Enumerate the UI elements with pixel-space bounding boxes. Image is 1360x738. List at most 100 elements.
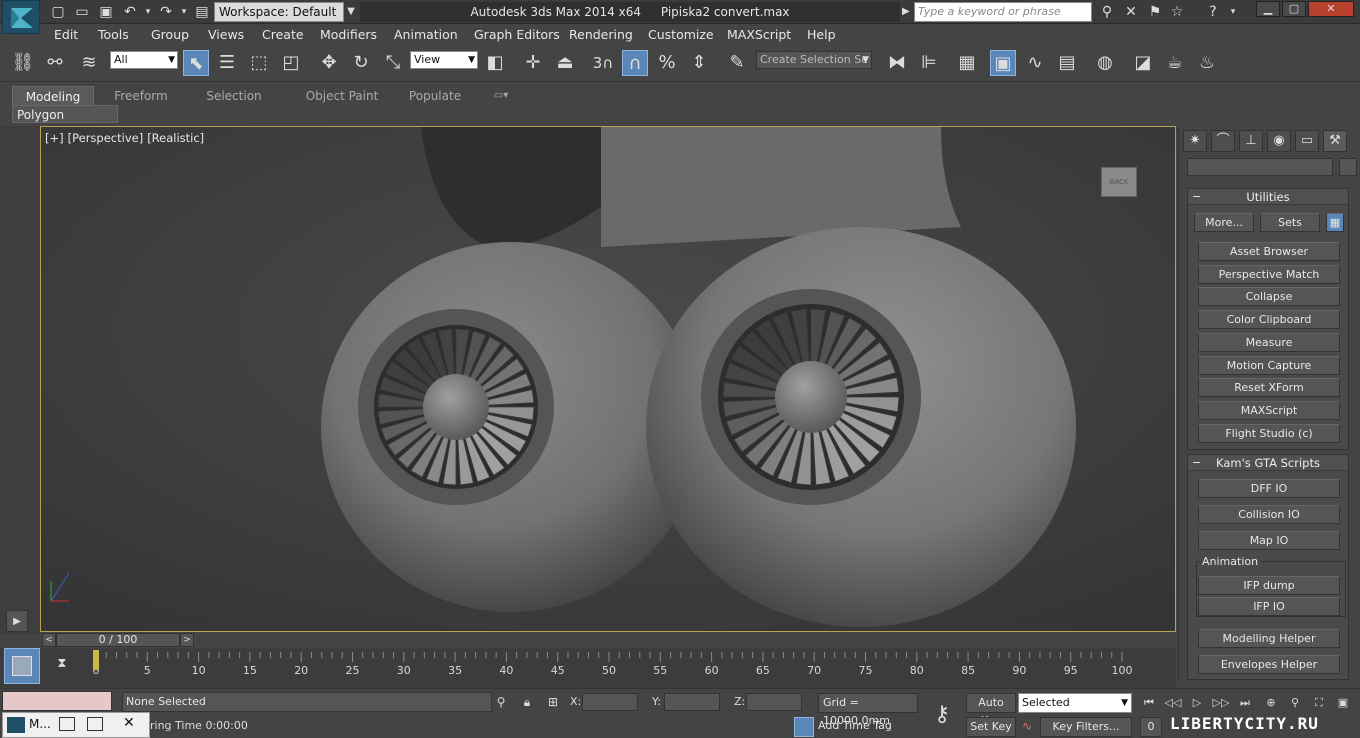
maxscript-mini-listener[interactable] bbox=[2, 691, 112, 711]
set-key-button[interactable]: Set Key bbox=[966, 717, 1016, 737]
select-rotate-icon[interactable]: ↻ bbox=[348, 50, 374, 76]
pivot-center-icon[interactable]: ◧ bbox=[482, 50, 508, 76]
subscription-icon[interactable]: ⚑ bbox=[1144, 2, 1166, 22]
curve-editor-icon[interactable]: ∿ bbox=[1022, 50, 1048, 76]
selection-lock-icon[interactable]: 🔒︎ bbox=[518, 693, 536, 711]
go-to-end-icon[interactable]: ⏭ bbox=[1236, 695, 1254, 711]
render-production-icon[interactable]: ♨ bbox=[1194, 50, 1220, 76]
new-file-icon[interactable]: ▢ bbox=[48, 3, 68, 21]
maximize-button[interactable]: ▢ bbox=[1282, 1, 1306, 17]
create-tab-icon[interactable]: ✷ bbox=[1183, 130, 1207, 152]
add-time-tag-button[interactable]: Add Time Tag bbox=[818, 719, 892, 732]
menu-maxscript[interactable]: MAXScript bbox=[727, 27, 791, 42]
envelopes-helper-button[interactable]: Envelopes Helper bbox=[1198, 655, 1340, 674]
select-manipulate-icon[interactable]: ✛ bbox=[520, 50, 546, 76]
keyboard-shortcut-override-icon[interactable]: ⏏ bbox=[552, 50, 578, 76]
collision-io-button[interactable]: Collision IO bbox=[1198, 505, 1340, 524]
x-coordinate-field[interactable] bbox=[582, 693, 638, 711]
modelling-helper-button[interactable]: Modelling Helper bbox=[1198, 629, 1340, 648]
map-io-button[interactable]: Map IO bbox=[1198, 531, 1340, 550]
close-icon[interactable]: ✕ bbox=[123, 715, 135, 731]
go-to-start-icon[interactable]: ⏮ bbox=[1140, 695, 1158, 711]
object-color-swatch[interactable] bbox=[1339, 158, 1357, 176]
next-key-icon[interactable]: ▷▷ bbox=[1212, 695, 1230, 711]
key-mode-select[interactable]: Selected ▼ bbox=[1018, 693, 1132, 713]
unlink-icon[interactable]: ⚯ bbox=[42, 50, 68, 76]
previous-key-icon[interactable]: ◁◁ bbox=[1164, 695, 1182, 711]
select-move-icon[interactable]: ✥ bbox=[316, 50, 342, 76]
maxscript-button[interactable]: MAXScript bbox=[1198, 401, 1340, 420]
maximize-icon[interactable] bbox=[87, 717, 103, 731]
measure-button[interactable]: Measure bbox=[1198, 333, 1340, 352]
menu-tools[interactable]: Tools bbox=[98, 27, 129, 42]
reset-xform-button[interactable]: Reset XForm bbox=[1198, 378, 1340, 397]
redo-dropdown-icon[interactable]: ▾ bbox=[174, 3, 194, 21]
current-frame-field[interactable]: 0 bbox=[1140, 717, 1162, 737]
project-folder-icon[interactable]: ▤ bbox=[192, 3, 212, 21]
selection-filter-select[interactable]: All ▼ bbox=[110, 51, 178, 69]
viewport-point-of-view-menu[interactable]: [Perspective] bbox=[68, 131, 144, 145]
menu-create[interactable]: Create bbox=[262, 27, 304, 42]
expand-arrow-icon[interactable]: ▶ bbox=[6, 610, 28, 632]
ribbon-panel-label[interactable]: Polygon Modeling bbox=[12, 105, 118, 140]
sets-button[interactable]: Sets bbox=[1260, 213, 1320, 232]
tab-modeling[interactable]: Modeling bbox=[12, 86, 94, 106]
scene-explorer-icon[interactable]: ▦ bbox=[954, 50, 980, 76]
ifp-dump-button[interactable]: IFP dump bbox=[1198, 576, 1340, 595]
chevron-right-icon[interactable]: ▶ bbox=[902, 3, 914, 21]
rectangular-selection-icon[interactable]: ⬚ bbox=[246, 50, 272, 76]
search-input[interactable]: Type a keyword or phrase bbox=[914, 2, 1092, 22]
tab-freeform[interactable]: Freeform bbox=[104, 86, 178, 106]
percent-snap-icon[interactable]: % bbox=[654, 50, 680, 76]
menu-modifiers[interactable]: Modifiers bbox=[320, 27, 377, 42]
perspective-viewport[interactable]: [+] [Perspective] [Realistic] BACK bbox=[40, 126, 1176, 632]
minimize-button[interactable]: ▁ bbox=[1256, 1, 1280, 17]
frame-ruler[interactable]: 0 5 10 15 20 25 30 35 40 45 50 55 60 65 70 75 80 85 90 95 10… bbox=[92, 648, 1168, 682]
layer-manager-icon[interactable]: ▣ bbox=[990, 50, 1016, 76]
dff-io-button[interactable]: DFF IO bbox=[1198, 479, 1340, 498]
help-icon[interactable]: ? bbox=[1202, 2, 1224, 22]
render-frame-icon[interactable]: ☕ bbox=[1162, 50, 1188, 76]
configure-sets-icon[interactable]: ▦ bbox=[1326, 213, 1344, 232]
more-button[interactable]: More... bbox=[1194, 213, 1254, 232]
z-coordinate-field[interactable] bbox=[746, 693, 802, 711]
asset-browser-button[interactable]: Asset Browser bbox=[1198, 242, 1340, 261]
set-keys-icon[interactable]: ⚷ bbox=[920, 693, 964, 737]
previous-frame-icon[interactable]: < bbox=[42, 633, 56, 647]
collapse-button[interactable]: Collapse bbox=[1198, 287, 1340, 306]
zoom-icon[interactable]: ⚲ bbox=[1286, 695, 1304, 711]
modify-tab-icon[interactable]: ⌒ bbox=[1211, 130, 1235, 152]
next-frame-icon[interactable]: > bbox=[180, 633, 194, 647]
align-icon[interactable]: ⊫ bbox=[916, 50, 942, 76]
tab-selection[interactable]: Selection bbox=[194, 86, 274, 106]
utilities-tab-icon[interactable]: ⚒ bbox=[1323, 130, 1347, 152]
time-cursor[interactable] bbox=[93, 650, 99, 670]
link-icon[interactable]: ⛓ bbox=[10, 50, 36, 76]
reference-coordinate-select[interactable]: View ▼ bbox=[410, 51, 478, 69]
menu-animation[interactable]: Animation bbox=[394, 27, 458, 42]
help-dropdown-icon[interactable]: ▾ bbox=[1222, 2, 1244, 22]
viewcube[interactable]: BACK bbox=[1101, 167, 1137, 197]
key-tangent-icon[interactable]: ∿ bbox=[1018, 717, 1036, 735]
select-object-icon[interactable]: ⬉ bbox=[183, 50, 209, 76]
select-by-name-icon[interactable]: ☰ bbox=[214, 50, 240, 76]
motion-tab-icon[interactable]: ◉ bbox=[1267, 130, 1291, 152]
tab-object-paint[interactable]: Object Paint bbox=[292, 86, 392, 106]
restore-icon[interactable] bbox=[59, 717, 75, 731]
named-selection-sets-input[interactable]: Create Selection Se ▼ bbox=[756, 51, 872, 69]
snap-toggle-icon[interactable]: 3∩ bbox=[590, 50, 616, 76]
open-file-icon[interactable]: ▭ bbox=[72, 3, 92, 21]
ifp-io-button[interactable]: IFP IO bbox=[1198, 597, 1340, 616]
menu-rendering[interactable]: Rendering bbox=[569, 27, 633, 42]
isolate-selection-icon[interactable]: ⚲ bbox=[492, 693, 510, 711]
color-clipboard-button[interactable]: Color Clipboard bbox=[1198, 310, 1340, 329]
app-logo[interactable] bbox=[2, 0, 40, 34]
auto-key-button[interactable]: Auto Key bbox=[966, 693, 1016, 727]
hierarchy-tab-icon[interactable]: ⊥ bbox=[1239, 130, 1263, 152]
select-scale-icon[interactable]: ⤡ bbox=[380, 50, 406, 76]
menu-group[interactable]: Group bbox=[151, 27, 189, 42]
save-file-icon[interactable]: ▣ bbox=[96, 3, 116, 21]
viewport-general-menu[interactable]: [+] bbox=[45, 131, 64, 145]
menu-views[interactable]: Views bbox=[208, 27, 244, 42]
taskbar-thumbnail[interactable]: M... ✕ bbox=[2, 712, 150, 738]
